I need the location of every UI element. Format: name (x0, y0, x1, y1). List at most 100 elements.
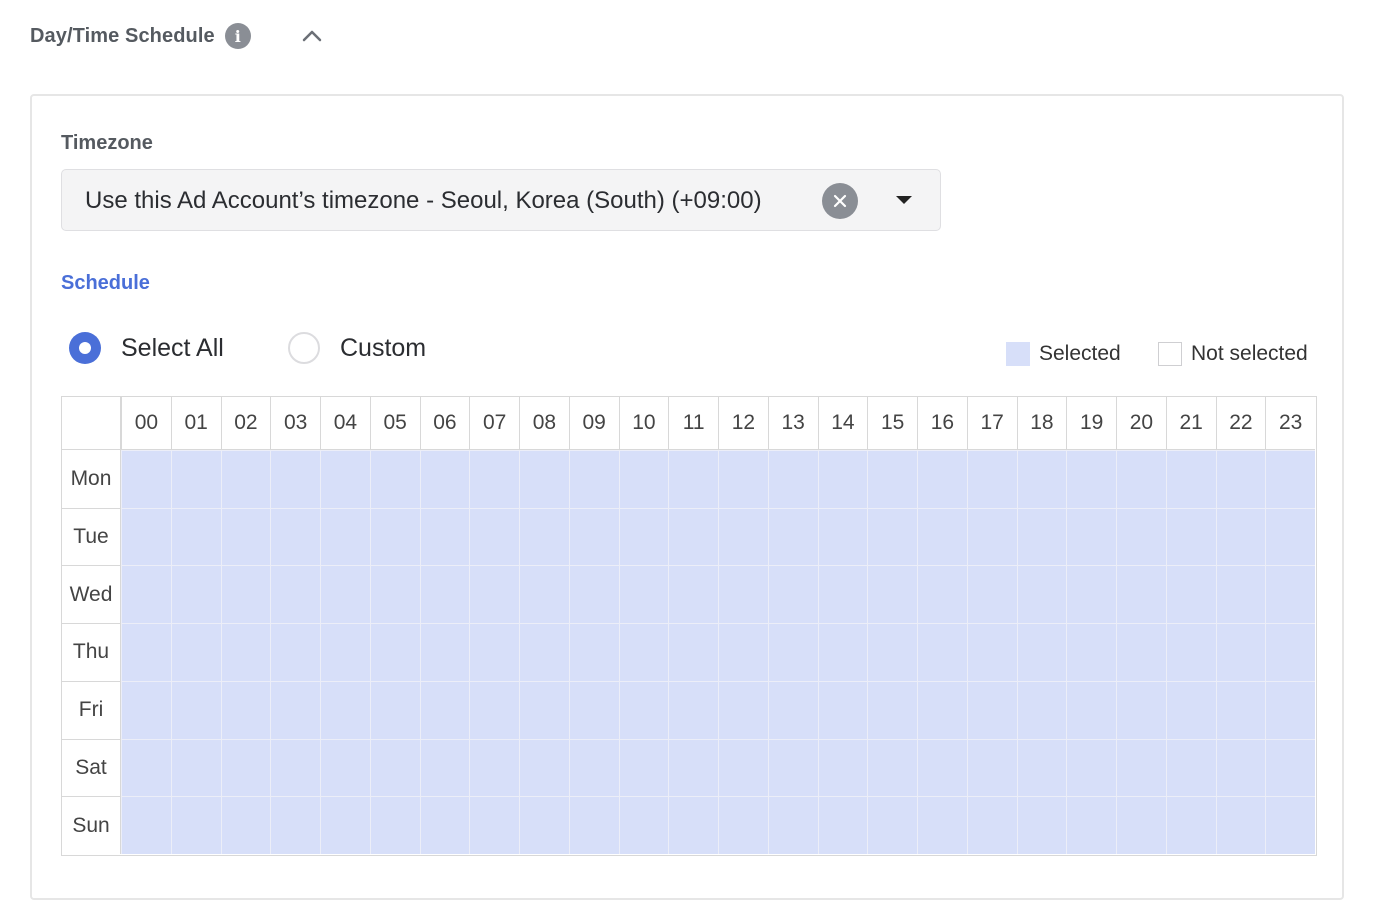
day-header[interactable]: Sun (62, 796, 121, 854)
schedule-cell[interactable] (1165, 623, 1216, 681)
schedule-cell[interactable] (767, 623, 818, 681)
schedule-cell[interactable] (867, 680, 917, 739)
schedule-cell[interactable] (1265, 507, 1315, 566)
schedule-cell[interactable] (618, 507, 669, 566)
schedule-cell[interactable] (817, 738, 868, 797)
schedule-cell[interactable] (1165, 680, 1216, 739)
schedule-cell[interactable] (867, 565, 917, 624)
schedule-cell[interactable] (1066, 680, 1116, 739)
schedule-cell[interactable] (270, 623, 320, 681)
schedule-cell[interactable] (419, 565, 470, 624)
schedule-cell[interactable] (469, 565, 519, 624)
schedule-cell[interactable] (1265, 738, 1315, 797)
schedule-cell[interactable] (718, 450, 768, 508)
clear-icon[interactable] (822, 183, 858, 219)
hour-header[interactable]: 18 (1016, 397, 1067, 450)
schedule-cell[interactable] (966, 623, 1017, 681)
caret-down-icon[interactable] (896, 196, 912, 204)
schedule-cell[interactable] (170, 796, 221, 854)
schedule-cell[interactable] (568, 623, 619, 681)
schedule-cell[interactable] (767, 450, 818, 508)
schedule-cell[interactable] (320, 565, 370, 624)
schedule-cell[interactable] (419, 507, 470, 566)
schedule-cell[interactable] (220, 565, 271, 624)
schedule-cell[interactable] (170, 565, 221, 624)
schedule-cell[interactable] (668, 623, 718, 681)
schedule-cell[interactable] (419, 680, 470, 739)
schedule-cell[interactable] (718, 738, 768, 797)
schedule-cell[interactable] (1265, 796, 1315, 854)
schedule-cell[interactable] (966, 796, 1017, 854)
schedule-cell[interactable] (469, 738, 519, 797)
schedule-cell[interactable] (618, 796, 669, 854)
schedule-cell[interactable] (718, 796, 768, 854)
schedule-cell[interactable] (1016, 738, 1067, 797)
schedule-cell[interactable] (1165, 450, 1216, 508)
schedule-cell[interactable] (668, 738, 718, 797)
radio-custom[interactable]: Custom (288, 328, 426, 368)
schedule-cell[interactable] (817, 565, 868, 624)
schedule-cell[interactable] (867, 450, 917, 508)
schedule-cell[interactable] (121, 796, 171, 854)
schedule-cell[interactable] (1215, 738, 1266, 797)
hour-header[interactable]: 16 (917, 397, 967, 450)
schedule-cell[interactable] (568, 738, 619, 797)
schedule-cell[interactable] (170, 680, 221, 739)
schedule-cell[interactable] (519, 680, 569, 739)
day-header[interactable]: Mon (62, 450, 121, 508)
schedule-cell[interactable] (767, 565, 818, 624)
schedule-cell[interactable] (817, 623, 868, 681)
schedule-cell[interactable] (867, 623, 917, 681)
schedule-cell[interactable] (767, 680, 818, 739)
schedule-cell[interactable] (121, 680, 171, 739)
schedule-cell[interactable] (469, 623, 519, 681)
day-header[interactable]: Tue (62, 507, 121, 566)
schedule-cell[interactable] (917, 450, 967, 508)
schedule-cell[interactable] (1265, 565, 1315, 624)
day-header[interactable]: Sat (62, 738, 121, 797)
schedule-cell[interactable] (718, 623, 768, 681)
schedule-cell[interactable] (1116, 507, 1166, 566)
schedule-cell[interactable] (1165, 565, 1216, 624)
hour-header[interactable]: 06 (419, 397, 470, 450)
schedule-cell[interactable] (568, 796, 619, 854)
schedule-cell[interactable] (817, 507, 868, 566)
schedule-cell[interactable] (618, 565, 669, 624)
schedule-cell[interactable] (121, 507, 171, 566)
schedule-cell[interactable] (767, 796, 818, 854)
schedule-cell[interactable] (519, 738, 569, 797)
schedule-cell[interactable] (170, 623, 221, 681)
schedule-cell[interactable] (867, 738, 917, 797)
hour-header[interactable]: 14 (817, 397, 868, 450)
schedule-cell[interactable] (618, 623, 669, 681)
day-header[interactable]: Wed (62, 565, 121, 624)
schedule-cell[interactable] (917, 507, 967, 566)
schedule-cell[interactable] (170, 738, 221, 797)
schedule-cell[interactable] (618, 738, 669, 797)
schedule-cell[interactable] (618, 450, 669, 508)
schedule-cell[interactable] (220, 450, 271, 508)
day-header[interactable]: Thu (62, 623, 121, 681)
schedule-cell[interactable] (270, 507, 320, 566)
hour-header[interactable]: 08 (519, 397, 569, 450)
schedule-cell[interactable] (1265, 680, 1315, 739)
schedule-cell[interactable] (170, 450, 221, 508)
schedule-cell[interactable] (668, 680, 718, 739)
schedule-cell[interactable] (767, 738, 818, 797)
schedule-cell[interactable] (1215, 796, 1266, 854)
schedule-cell[interactable] (369, 738, 420, 797)
schedule-cell[interactable] (668, 450, 718, 508)
hour-header[interactable]: 07 (469, 397, 519, 450)
hour-header[interactable]: 15 (867, 397, 917, 450)
schedule-cell[interactable] (270, 450, 320, 508)
schedule-cell[interactable] (170, 507, 221, 566)
schedule-cell[interactable] (1215, 680, 1266, 739)
schedule-cell[interactable] (618, 680, 669, 739)
schedule-cell[interactable] (220, 680, 271, 739)
schedule-cell[interactable] (1165, 796, 1216, 854)
schedule-cell[interactable] (966, 680, 1017, 739)
hour-header[interactable]: 20 (1116, 397, 1166, 450)
schedule-cell[interactable] (469, 507, 519, 566)
schedule-cell[interactable] (917, 623, 967, 681)
schedule-cell[interactable] (1265, 450, 1315, 508)
